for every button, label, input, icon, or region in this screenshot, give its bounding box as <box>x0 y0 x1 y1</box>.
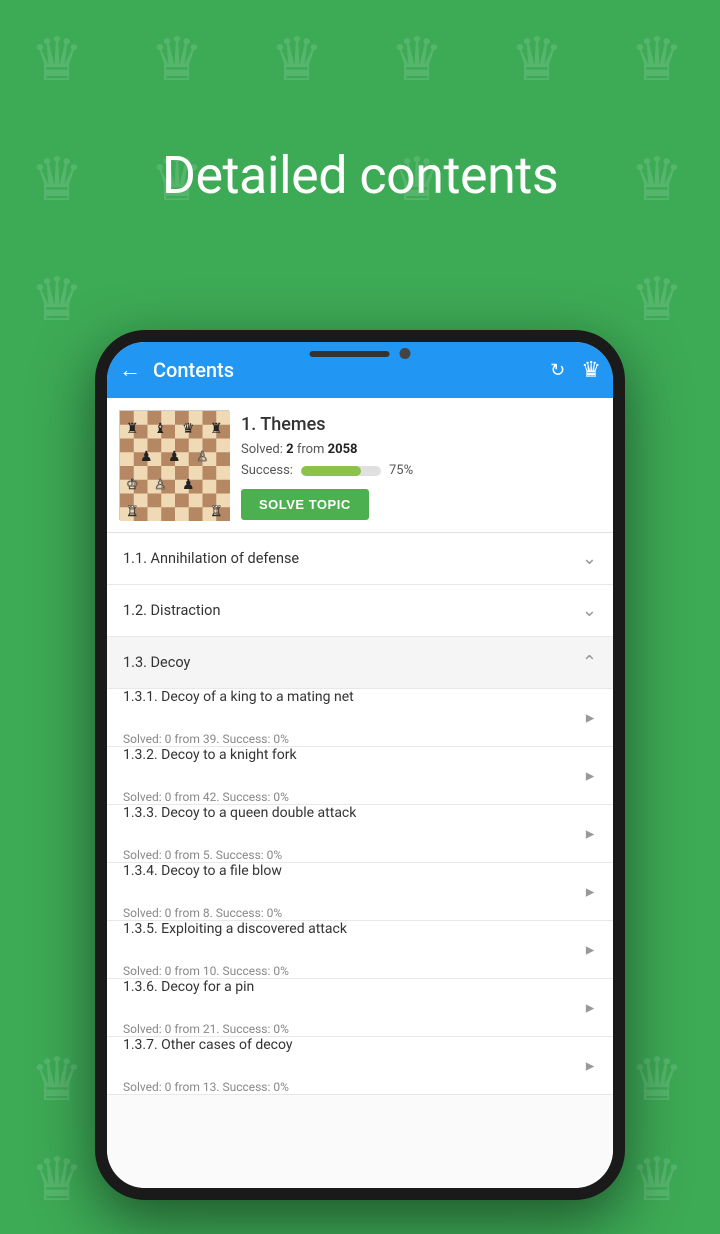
topic-list: 1.1. Annihilation of defense ⌄ 1.2. Dist… <box>107 533 613 1188</box>
list-item-sublabel-1-3-3: Solved: 0 from 5. Success: 0% <box>123 848 282 862</box>
list-item-label-1-3-1: 1.3.1. Decoy of a king to a mating net <box>123 689 354 730</box>
list-item-1-3-3[interactable]: 1.3.3. Decoy to a queen double attack So… <box>107 805 613 863</box>
chess-thumbnail: ♜ ♝ ♛ ♜ ♟ ♟ ♙ ♔ ♙ ♟ ♖ ♖ <box>119 410 229 520</box>
chevron-down-icon-1-1: ⌄ <box>582 548 597 569</box>
topic-info: 1. Themes Solved: 2 from 2058 Success: 7… <box>241 410 601 520</box>
success-pct: 75% <box>389 463 413 478</box>
svg-text:♟: ♟ <box>182 477 195 493</box>
arrow-right-icon-1-3-5: ► <box>583 941 597 958</box>
list-item-1-3-1[interactable]: 1.3.1. Decoy of a king to a mating net S… <box>107 689 613 747</box>
chevron-down-icon-1-2: ⌄ <box>582 600 597 621</box>
svg-text:♛: ♛ <box>30 1144 84 1215</box>
svg-text:♖: ♖ <box>126 504 139 520</box>
list-item-1-2[interactable]: 1.2. Distraction ⌄ <box>107 585 613 637</box>
arrow-right-icon-1-3-4: ► <box>583 883 597 900</box>
svg-text:♛: ♛ <box>270 24 324 95</box>
list-item-1-3-2[interactable]: 1.3.2. Decoy to a knight fork Solved: 0 … <box>107 747 613 805</box>
solved-total: 2058 <box>328 442 358 457</box>
list-item-1-3[interactable]: 1.3. Decoy ⌃ <box>107 637 613 689</box>
progress-bar <box>301 466 381 476</box>
list-item-sublabel-1-3-2: Solved: 0 from 42. Success: 0% <box>123 790 289 804</box>
list-item-sublabel-1-3-6: Solved: 0 from 21. Success: 0% <box>123 1022 289 1036</box>
arrow-right-icon-1-3-1: ► <box>583 709 597 726</box>
solved-from-label: from <box>297 442 325 457</box>
svg-text:♙: ♙ <box>154 477 167 493</box>
success-label: Success: <box>241 463 293 478</box>
list-item-1-3-7[interactable]: 1.3.7. Other cases of decoy Solved: 0 fr… <box>107 1037 613 1095</box>
solved-count: 2 <box>286 442 293 457</box>
list-item-label-1-3-6: 1.3.6. Decoy for a pin <box>123 979 254 1020</box>
svg-text:♛: ♛ <box>630 1144 684 1215</box>
butterfly-icon[interactable]: ♛ <box>581 358 601 383</box>
list-item-label-1-3-4: 1.3.4. Decoy to a file blow <box>123 863 282 904</box>
chevron-up-icon-1-3: ⌃ <box>582 652 597 673</box>
svg-text:♜: ♜ <box>210 421 223 437</box>
svg-text:♟: ♟ <box>140 449 153 465</box>
speaker-grille <box>310 351 390 357</box>
list-item-label-1-1: 1.1. Annihilation of defense <box>123 550 582 567</box>
list-item-label-1-2: 1.2. Distraction <box>123 602 582 619</box>
svg-text:♝: ♝ <box>154 421 167 437</box>
app-bar-actions: ↻ ♛ <box>550 358 601 383</box>
list-item-label-1-3: 1.3. Decoy <box>123 654 582 671</box>
svg-text:♙: ♙ <box>196 449 209 465</box>
topic-header: ♜ ♝ ♛ ♜ ♟ ♟ ♙ ♔ ♙ ♟ ♖ ♖ 1. Themes <box>107 398 613 533</box>
camera-dot <box>400 348 411 359</box>
svg-text:♛: ♛ <box>182 421 195 437</box>
list-item-1-3-6[interactable]: 1.3.6. Decoy for a pin Solved: 0 from 21… <box>107 979 613 1037</box>
list-item-label-1-3-3: 1.3.3. Decoy to a queen double attack <box>123 805 356 846</box>
svg-text:♛: ♛ <box>150 24 204 95</box>
svg-text:♔: ♔ <box>126 477 139 493</box>
svg-text:♖: ♖ <box>210 504 223 520</box>
list-item-1-1[interactable]: 1.1. Annihilation of defense ⌄ <box>107 533 613 585</box>
svg-text:♛: ♛ <box>390 24 444 95</box>
page-headline: Detailed contents <box>0 145 720 206</box>
phone-screen: ← Contents ↻ ♛ <box>107 342 613 1188</box>
progress-bar-fill <box>301 466 361 476</box>
svg-text:♜: ♜ <box>126 421 139 437</box>
list-item-label-1-3-2: 1.3.2. Decoy to a knight fork <box>123 747 297 788</box>
arrow-right-icon-1-3-6: ► <box>583 999 597 1016</box>
arrow-right-icon-1-3-3: ► <box>583 825 597 842</box>
list-item-1-3-5[interactable]: 1.3.5. Exploiting a discovered attack So… <box>107 921 613 979</box>
topic-title: 1. Themes <box>241 414 601 435</box>
svg-text:♟: ♟ <box>168 449 181 465</box>
svg-text:♛: ♛ <box>30 264 84 335</box>
success-row: Success: 75% <box>241 463 601 478</box>
list-item-sublabel-1-3-5: Solved: 0 from 10. Success: 0% <box>123 964 289 978</box>
list-item-sublabel-1-3-7: Solved: 0 from 13. Success: 0% <box>123 1080 289 1094</box>
svg-text:♛: ♛ <box>630 264 684 335</box>
app-bar-title: Contents <box>153 358 538 382</box>
svg-text:♛: ♛ <box>510 24 564 95</box>
list-item-sublabel-1-3-1: Solved: 0 from 39. Success: 0% <box>123 732 289 746</box>
svg-text:♛: ♛ <box>30 1044 84 1115</box>
list-item-1-3-4[interactable]: 1.3.4. Decoy to a file blow Solved: 0 fr… <box>107 863 613 921</box>
back-button[interactable]: ← <box>119 357 141 383</box>
arrow-right-icon-1-3-7: ► <box>583 1057 597 1074</box>
list-item-label-1-3-5: 1.3.5. Exploiting a discovered attack <box>123 921 347 962</box>
arrow-right-icon-1-3-2: ► <box>583 767 597 784</box>
list-item-sublabel-1-3-4: Solved: 0 from 8. Success: 0% <box>123 906 282 920</box>
solved-text: Solved: 2 from 2058 <box>241 442 601 457</box>
svg-text:♛: ♛ <box>630 24 684 95</box>
solve-topic-button[interactable]: SOLVE TOPIC <box>241 489 369 520</box>
list-item-label-1-3-7: 1.3.7. Other cases of decoy <box>123 1037 292 1078</box>
svg-text:♛: ♛ <box>30 24 84 95</box>
phone-frame: ← Contents ↻ ♛ <box>95 330 625 1200</box>
svg-text:♛: ♛ <box>630 1044 684 1115</box>
refresh-icon[interactable]: ↻ <box>550 360 565 381</box>
